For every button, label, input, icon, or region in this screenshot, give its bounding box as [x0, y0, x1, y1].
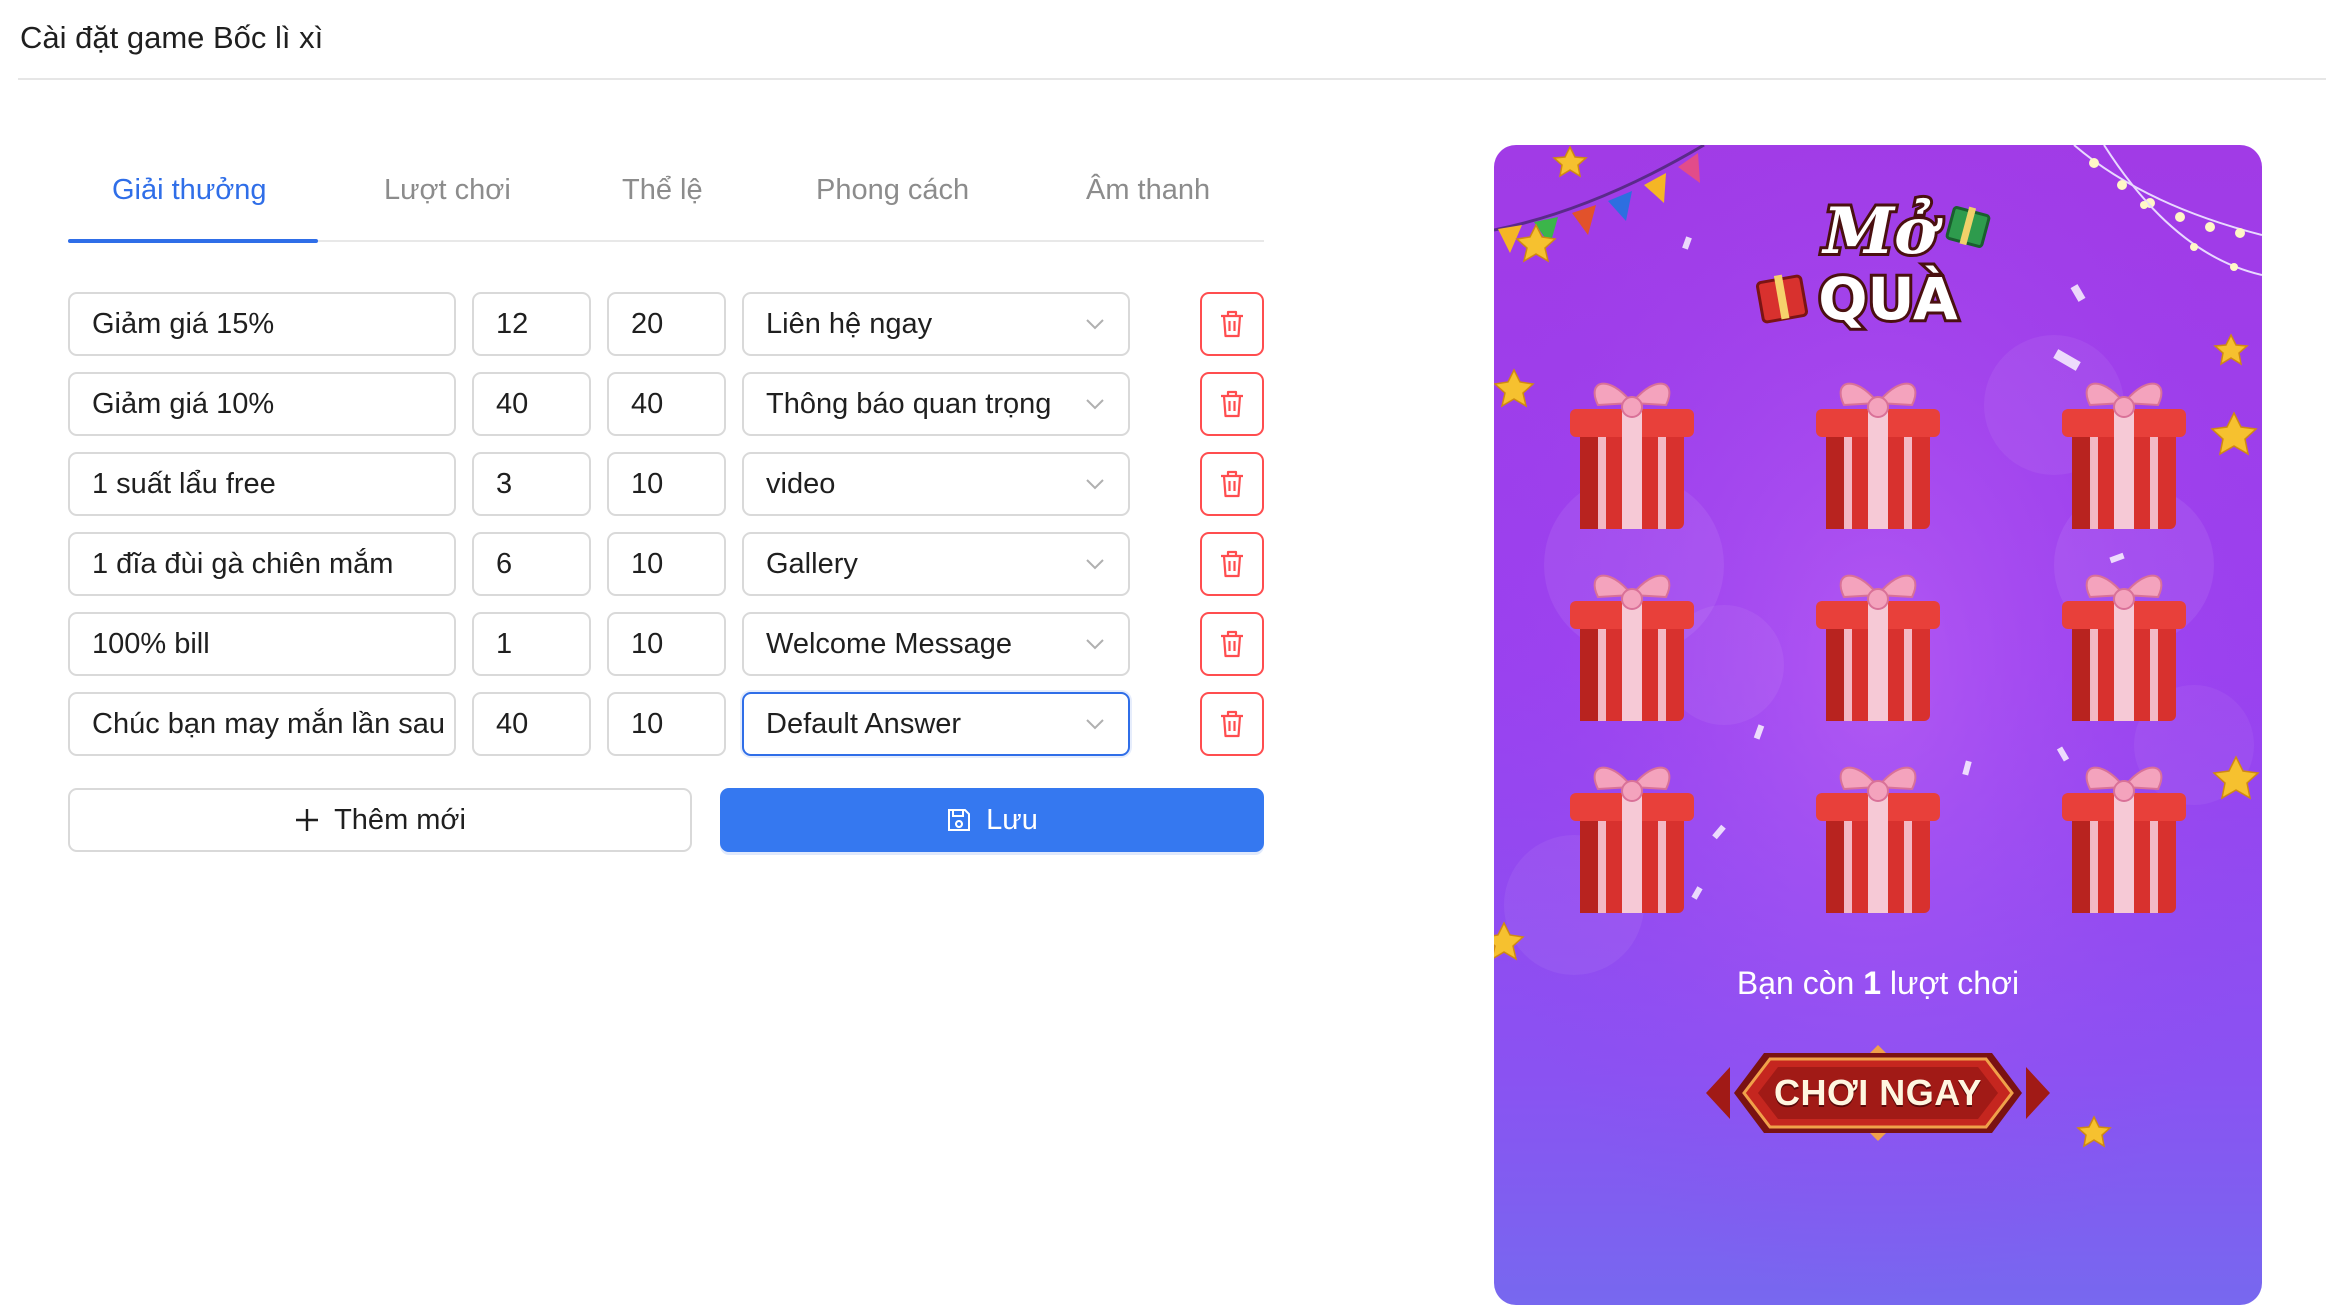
chevron-down-icon — [1086, 559, 1104, 570]
prize-rate-input[interactable]: 40 — [607, 372, 726, 436]
prize-action-value: Liên hệ ngay — [766, 307, 933, 340]
gift-box[interactable] — [1558, 757, 1706, 917]
prize-row: 1 suất lẩu free 3 10 video — [68, 452, 1264, 516]
prize-name-input[interactable]: 1 đĩa đùi gà chiên mắm — [68, 532, 456, 596]
prize-action-value: video — [766, 467, 836, 500]
page-title: Cài đặt game Bốc lì xì — [20, 20, 324, 55]
prize-quantity-input[interactable]: 40 — [472, 372, 591, 436]
prize-rate-input[interactable]: 10 — [607, 532, 726, 596]
prize-rate-input[interactable]: 20 — [607, 292, 726, 356]
play-now-button[interactable]: CHƠI NGAY — [1704, 1037, 2052, 1149]
play-now-label: CHƠI NGAY — [1774, 1072, 1982, 1113]
prize-action-value: Welcome Message — [766, 627, 1013, 660]
trash-icon — [1221, 390, 1243, 418]
chevron-down-icon — [1086, 479, 1104, 490]
save-label: Lưu — [986, 803, 1038, 836]
gift-box[interactable] — [1558, 373, 1706, 533]
tab-sound[interactable]: Âm thanh — [1086, 174, 1210, 207]
gift-box[interactable] — [2050, 373, 2198, 533]
gift-box[interactable] — [2050, 565, 2198, 725]
prize-row: Giảm giá 10% 40 40 Thông báo quan trọng — [68, 372, 1264, 436]
gift-box[interactable] — [1558, 565, 1706, 725]
chevron-down-icon — [1086, 399, 1104, 410]
prize-quantity-input[interactable]: 12 — [472, 292, 591, 356]
tab-rules[interactable]: Thể lệ — [622, 174, 703, 207]
prize-name-input[interactable]: Giảm giá 15% — [68, 292, 456, 356]
save-button[interactable]: Lưu — [720, 788, 1264, 852]
turns-prefix: Bạn còn — [1736, 965, 1855, 1001]
prize-name-input[interactable]: 1 suất lẩu free — [68, 452, 456, 516]
prize-action-value: Gallery — [766, 547, 858, 580]
prize-name-input[interactable]: 100% bill — [68, 612, 456, 676]
delete-prize-button[interactable] — [1200, 612, 1264, 676]
chevron-down-icon — [1086, 719, 1104, 730]
chevron-down-icon — [1086, 319, 1104, 330]
trash-icon — [1221, 310, 1243, 338]
trash-icon — [1221, 630, 1243, 658]
prize-quantity-input[interactable]: 6 — [472, 532, 591, 596]
tab-turns[interactable]: Lượt chơi — [384, 174, 511, 207]
delete-prize-button[interactable] — [1200, 292, 1264, 356]
prize-rate-input[interactable]: 10 — [607, 452, 726, 516]
tab-style[interactable]: Phong cách — [816, 174, 969, 207]
prize-action-select[interactable]: Gallery — [742, 532, 1130, 596]
title-divider — [18, 78, 2326, 80]
delete-prize-button[interactable] — [1200, 692, 1264, 756]
remaining-turns-text: Bạn còn 1 lượt chơi — [1494, 965, 2262, 1002]
prize-row: 1 đĩa đùi gà chiên mắm 6 10 Gallery — [68, 532, 1264, 596]
prize-action-select[interactable]: Welcome Message — [742, 612, 1130, 676]
prize-action-value: Default Answer — [766, 707, 962, 740]
prize-action-select[interactable]: Default Answer — [742, 692, 1130, 756]
delete-prize-button[interactable] — [1200, 452, 1264, 516]
chevron-down-icon — [1086, 639, 1104, 650]
save-icon — [948, 809, 971, 831]
prize-rate-input[interactable]: 10 — [607, 612, 726, 676]
active-tab-indicator — [68, 239, 318, 243]
trash-icon — [1221, 710, 1243, 738]
settings-tabs: Giải thưởng Lượt chơi Thể lệ Phong cách … — [68, 160, 1264, 243]
turns-suffix: lượt chơi — [1889, 965, 2020, 1001]
game-preview: Mở QUÀ Bạn còn 1 lượt chơi CHƠI NGAY — [1494, 145, 2262, 1305]
prize-quantity-input[interactable]: 40 — [472, 692, 591, 756]
plus-icon — [296, 809, 319, 831]
trash-icon — [1221, 470, 1243, 498]
trash-icon — [1221, 550, 1243, 578]
add-prize-label: Thêm mới — [334, 803, 466, 836]
prize-row: Chúc bạn may mắn lần sau 40 10 Default A… — [68, 692, 1264, 756]
turns-count: 1 — [1863, 965, 1882, 1001]
prize-list: Giảm giá 15% 12 20 Liên hệ ngay Giảm giá… — [68, 292, 1264, 772]
prize-action-select[interactable]: video — [742, 452, 1130, 516]
prize-name-input[interactable]: Giảm giá 10% — [68, 372, 456, 436]
prize-row: 100% bill 1 10 Welcome Message — [68, 612, 1264, 676]
gift-box[interactable] — [1804, 565, 1952, 725]
prize-rate-input[interactable]: 10 — [607, 692, 726, 756]
gift-box[interactable] — [2050, 757, 2198, 917]
prize-quantity-input[interactable]: 1 — [472, 612, 591, 676]
prize-row: Giảm giá 15% 12 20 Liên hệ ngay — [68, 292, 1264, 356]
tab-prizes[interactable]: Giải thưởng — [112, 174, 267, 207]
gift-box[interactable] — [1804, 373, 1952, 533]
delete-prize-button[interactable] — [1200, 372, 1264, 436]
prize-action-select[interactable]: Liên hệ ngay — [742, 292, 1130, 356]
delete-prize-button[interactable] — [1200, 532, 1264, 596]
prize-action-value: Thông báo quan trọng — [766, 387, 1052, 420]
prize-quantity-input[interactable]: 3 — [472, 452, 591, 516]
prize-name-input[interactable]: Chúc bạn may mắn lần sau — [68, 692, 456, 756]
prize-action-select[interactable]: Thông báo quan trọng — [742, 372, 1130, 436]
add-prize-button[interactable]: Thêm mới — [68, 788, 692, 852]
gift-box[interactable] — [1804, 757, 1952, 917]
